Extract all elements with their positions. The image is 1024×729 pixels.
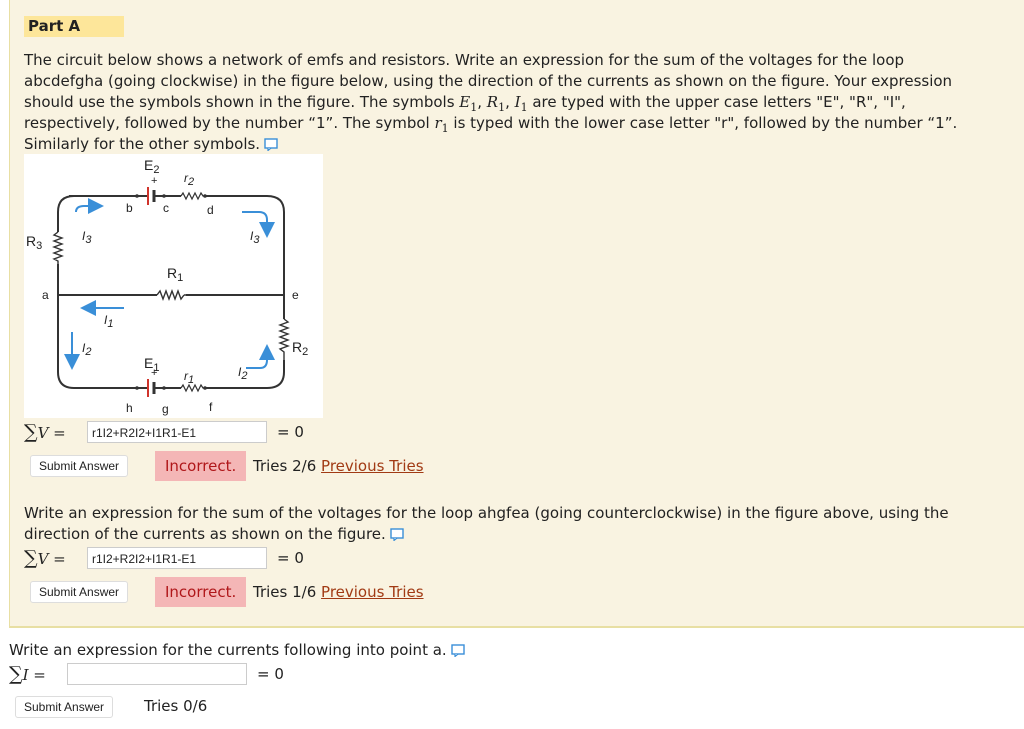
q1-previous-tries-link[interactable]: Previous Tries [321,457,424,475]
node-g: g [162,402,169,416]
node-d: d [207,203,214,217]
sigma-icon: ∑ [24,547,38,569]
q1-tries: Tries 2/6 Previous Tries [253,457,424,475]
resistor-R1 [156,289,186,301]
q2-equals: = 0 [277,549,304,567]
symbol-r1: r1 [434,114,449,135]
current-arrow-I2-right [246,344,275,369]
hint-icon[interactable] [450,642,465,663]
q2-submit-button[interactable]: Submit Answer [30,581,129,603]
label-E2: E2 [144,157,159,176]
q2-prompt-line-1: Write an expression for the sum of the v… [24,504,949,522]
q2-tries: Tries 1/6 Previous Tries [253,583,424,601]
q2-status-badge: Incorrect. [155,577,247,607]
node-f: f [209,400,213,414]
symbol-R1: R1 [486,93,506,114]
label-R3: R3 [26,233,42,252]
intro-text: should use the symbols shown in the figu… [24,93,460,111]
intro-line-2: abcdefgha (going clockwise) in the figur… [24,72,953,90]
q1-status-badge: Incorrect. [155,451,247,481]
current-arrow-I3-left [75,198,104,214]
node-h: h [126,401,133,415]
q2-prompt-line-2: direction of the currents as shown on th… [24,524,1024,547]
intro-text: Similarly for the other symbols. [24,135,261,153]
node-b: b [126,201,133,215]
part-title: Part A [24,16,124,37]
q3-equals: = 0 [257,665,284,683]
resistor-R2 [278,318,290,360]
q3-prompt: Write an expression for the currents fol… [9,640,1009,663]
label-r1: r1 [184,369,194,386]
node-c: c [163,201,169,215]
label-I3-right: I3 [250,229,260,246]
q3-sum-label: ∑I = [9,663,46,685]
q1-answer-field[interactable]: r1I2+R2I2+I1R1-E1 [87,421,267,443]
q3-submit-button[interactable]: Submit Answer [15,696,114,718]
q2-sum-label: ∑V = [24,547,66,569]
circuit-figure: E2 r2 + + b c d a e h g f R3 I3 I3 R1 I1… [24,154,323,418]
label-r2: r2 [184,171,194,188]
label-R2: R2 [292,339,308,358]
sigma-icon: ∑ [24,421,38,443]
symbol-E1: E1 [459,93,478,114]
q1-sum-label: ∑V = [24,421,66,443]
q1-submit-button[interactable]: Submit Answer [30,455,129,477]
node-e: e [292,288,299,302]
q3-tries: Tries 0/6 [144,697,208,715]
q1-equals: = 0 [277,423,304,441]
resistor-R3 [52,231,64,264]
q3-answer-field[interactable] [67,663,247,685]
label-I2-left: I2 [82,341,91,358]
intro-line-1: The circuit below shows a network of emf… [24,51,905,69]
label-R1: R1 [167,265,183,284]
intro-text: is typed with the lower case letter "r",… [448,114,958,132]
label-I1: I1 [104,313,113,330]
label-plus-top: + [151,175,157,187]
q2-previous-tries-link[interactable]: Previous Tries [321,583,424,601]
node-a: a [42,288,49,302]
symbol-I1: I1 [514,93,528,114]
q2-answer-field[interactable]: r1I2+R2I2+I1R1-E1 [87,547,267,569]
sigma-icon: ∑ [9,663,23,685]
intro-text: respectively, followed by the number “1”… [24,114,435,132]
label-I3-left: I3 [82,229,92,246]
resistor-r2 [180,191,205,201]
hint-icon[interactable] [390,526,404,547]
intro-text: are typed with the upper case letters "E… [527,93,906,111]
current-arrow-I3-right [242,211,275,238]
